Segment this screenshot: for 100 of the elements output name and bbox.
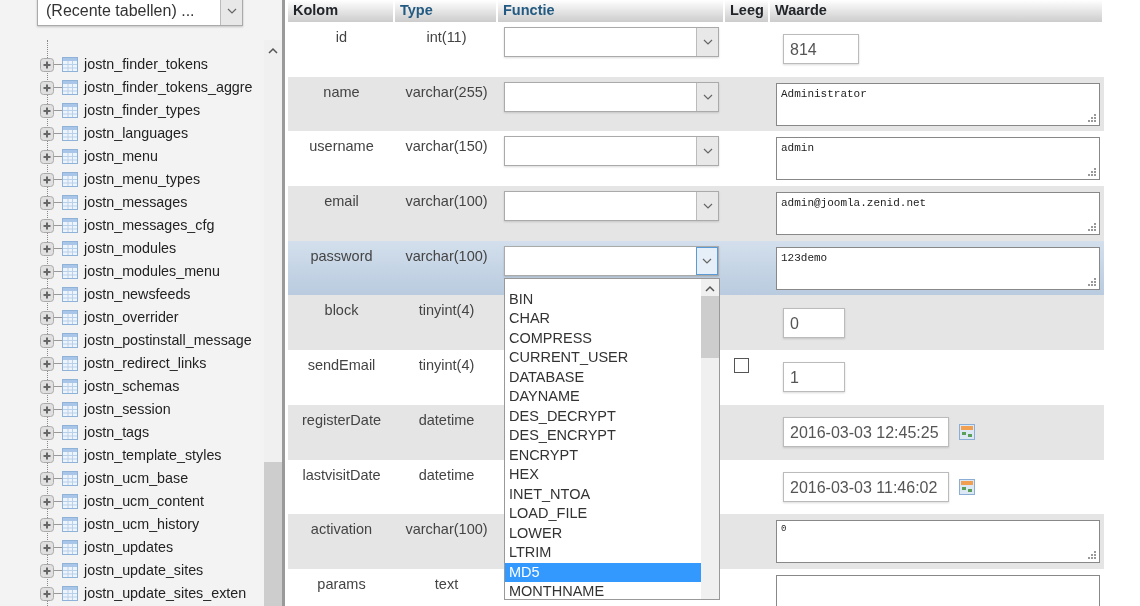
dropdown-option[interactable]: CURRENT_USER bbox=[505, 348, 701, 368]
expand-plus-icon[interactable] bbox=[40, 333, 54, 348]
expand-plus-icon[interactable] bbox=[40, 57, 54, 72]
null-checkbox[interactable] bbox=[734, 358, 749, 374]
dropdown-option[interactable]: CHAR bbox=[505, 309, 701, 329]
dropdown-option[interactable]: DATABASE bbox=[505, 367, 701, 388]
expand-plus-icon[interactable] bbox=[40, 471, 54, 486]
column-header: Leeg bbox=[725, 0, 770, 22]
expand-plus-icon[interactable] bbox=[40, 356, 54, 371]
expand-plus-icon[interactable] bbox=[40, 172, 54, 187]
dropdown-option[interactable]: LOWER bbox=[505, 523, 701, 544]
value-textarea[interactable]: admin bbox=[776, 137, 1100, 181]
column-header[interactable]: Functie bbox=[498, 0, 725, 22]
expand-plus-icon[interactable] bbox=[40, 586, 54, 601]
resize-grip-icon[interactable] bbox=[1087, 221, 1097, 232]
column-header[interactable]: Type bbox=[395, 0, 498, 22]
resize-grip-icon[interactable] bbox=[1087, 276, 1097, 287]
expand-plus-icon[interactable] bbox=[40, 517, 54, 532]
value-input[interactable]: 814 bbox=[783, 34, 859, 65]
expand-plus-icon[interactable] bbox=[40, 563, 54, 578]
table-link[interactable]: jostn_finder_tokens bbox=[84, 53, 208, 76]
dropdown-option[interactable]: COMPRESS bbox=[505, 328, 701, 349]
dropdown-option[interactable]: DAYNAME bbox=[505, 387, 701, 407]
expand-plus-icon[interactable] bbox=[40, 218, 54, 233]
expand-plus-icon[interactable] bbox=[40, 540, 54, 555]
table-link[interactable]: jostn_modules bbox=[84, 237, 177, 260]
value-input[interactable]: 1 bbox=[783, 362, 845, 393]
table-link[interactable]: jostn_template_styles bbox=[84, 444, 222, 467]
dropdown-option[interactable]: MONTHNAME bbox=[505, 582, 701, 602]
table-link[interactable]: jostn_ucm_content bbox=[84, 490, 204, 513]
resize-grip-icon[interactable] bbox=[1087, 550, 1097, 561]
expand-plus-icon[interactable] bbox=[40, 241, 54, 256]
dropdown-option[interactable]: DES_DECRYPT bbox=[505, 406, 701, 427]
expand-plus-icon[interactable] bbox=[40, 494, 54, 509]
table-link[interactable]: jostn_schemas bbox=[84, 375, 180, 398]
expand-plus-icon[interactable] bbox=[40, 402, 54, 417]
chevron-down-icon bbox=[226, 8, 237, 14]
table-link[interactable]: jostn_ucm_history bbox=[84, 513, 200, 536]
value-textarea[interactable]: 0 bbox=[776, 520, 1100, 564]
resize-grip-icon[interactable] bbox=[1087, 112, 1097, 123]
dropdown-option[interactable]: INET_NTOA bbox=[505, 484, 701, 505]
table-link[interactable]: jostn_ucm_base bbox=[84, 467, 189, 490]
expand-plus-icon[interactable] bbox=[40, 448, 54, 463]
value-input[interactable]: 0 bbox=[783, 307, 845, 338]
expand-plus-icon[interactable] bbox=[40, 126, 54, 141]
value-textarea[interactable] bbox=[776, 574, 1100, 606]
dropdown-option[interactable]: LTRIM bbox=[505, 543, 701, 563]
dropdown-option[interactable]: ENCRYPT bbox=[505, 445, 701, 466]
table-link[interactable]: jostn_session bbox=[84, 398, 171, 421]
value-textarea[interactable]: admin@joomla.zenid.net bbox=[776, 191, 1100, 235]
table-link[interactable]: jostn_newsfeeds bbox=[84, 283, 191, 306]
table-link[interactable]: jostn_tags bbox=[84, 421, 150, 444]
calendar-icon[interactable] bbox=[959, 478, 975, 495]
table-icon bbox=[62, 80, 78, 95]
table-link[interactable]: jostn_menu_types bbox=[84, 168, 201, 191]
dropdown-option[interactable]: HEX bbox=[505, 465, 701, 485]
table-link[interactable]: jostn_finder_types bbox=[84, 99, 201, 122]
dropdown-option[interactable]: DES_ENCRYPT bbox=[505, 426, 701, 446]
table-link[interactable]: jostn_update_sites bbox=[84, 559, 204, 582]
chevron-down-icon bbox=[702, 203, 713, 210]
value-textarea[interactable]: 123demo bbox=[776, 246, 1100, 290]
expand-plus-icon[interactable] bbox=[40, 103, 54, 118]
table-link[interactable]: jostn_modules_menu bbox=[84, 260, 220, 283]
calendar-icon[interactable] bbox=[959, 424, 975, 441]
expand-plus-icon[interactable] bbox=[40, 379, 54, 394]
table-icon bbox=[62, 425, 78, 440]
scrollbar-thumb[interactable] bbox=[701, 295, 719, 358]
expand-plus-icon[interactable] bbox=[40, 149, 54, 164]
table-link[interactable]: jostn_overrider bbox=[84, 306, 179, 329]
expand-plus-icon[interactable] bbox=[40, 425, 54, 440]
table-link[interactable]: jostn_messages bbox=[84, 191, 188, 214]
column-type: datetime bbox=[417, 410, 476, 430]
table-link[interactable]: jostn_postinstall_message bbox=[84, 329, 252, 352]
table-link[interactable]: jostn_messages_cfg bbox=[84, 214, 215, 237]
expand-plus-icon[interactable] bbox=[40, 80, 54, 95]
scroll-up-icon[interactable] bbox=[268, 47, 278, 54]
value-textarea[interactable]: Administrator bbox=[776, 82, 1100, 126]
column-name: password bbox=[309, 246, 374, 266]
table-icon bbox=[62, 356, 78, 371]
expand-plus-icon[interactable] bbox=[40, 264, 54, 279]
datetime-input[interactable]: 2016-03-03 11:46:02 bbox=[783, 471, 949, 502]
expand-plus-icon[interactable] bbox=[40, 195, 54, 210]
expand-plus-icon[interactable] bbox=[40, 287, 54, 302]
dropdown-option[interactable]: BIN bbox=[505, 289, 701, 310]
column-name: email bbox=[323, 192, 360, 212]
resize-grip-icon[interactable] bbox=[1087, 167, 1097, 178]
datetime-input[interactable]: 2016-03-03 12:45:25 bbox=[783, 417, 949, 448]
scrollbar-thumb[interactable] bbox=[264, 462, 282, 606]
table-link[interactable]: jostn_redirect_links bbox=[84, 352, 207, 375]
table-link[interactable]: jostn_menu bbox=[84, 145, 158, 168]
table-link[interactable]: jostn_updates bbox=[84, 536, 174, 559]
scroll-up-icon[interactable] bbox=[705, 284, 715, 292]
recent-tables-select[interactable]: (Recente tabellen) ... bbox=[37, 0, 243, 26]
dropdown-option[interactable]: LOAD_FILE bbox=[505, 504, 701, 524]
scrollbar[interactable] bbox=[701, 278, 719, 599]
table-icon bbox=[62, 563, 78, 578]
table-link[interactable]: jostn_finder_tokens_aggre bbox=[84, 76, 253, 99]
table-link[interactable]: jostn_update_sites_exten bbox=[84, 582, 247, 605]
expand-plus-icon[interactable] bbox=[40, 310, 54, 325]
table-link[interactable]: jostn_languages bbox=[84, 122, 189, 145]
